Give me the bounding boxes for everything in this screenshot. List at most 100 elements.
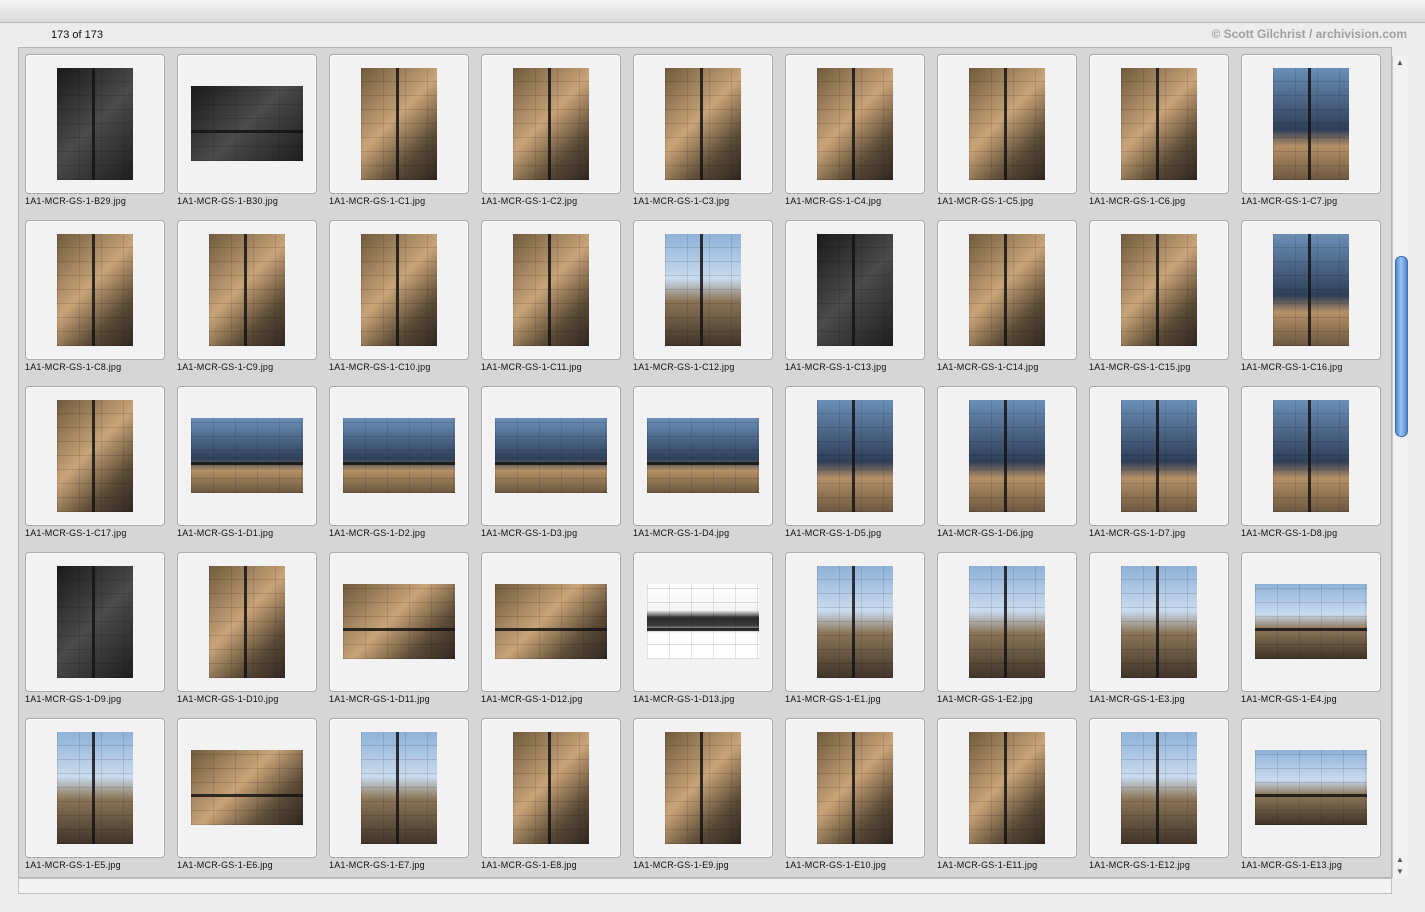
thumbnail-image[interactable] — [513, 68, 589, 180]
thumbnail-frame[interactable] — [177, 54, 317, 194]
thumbnail-image[interactable] — [209, 566, 285, 678]
thumbnail-image[interactable] — [361, 732, 437, 844]
thumbnail-image[interactable] — [361, 234, 437, 346]
thumbnail-frame[interactable] — [25, 386, 165, 526]
thumbnail-item[interactable]: 1A1-MCR-GS-1-D4.jpg — [633, 386, 773, 552]
thumbnail-image[interactable] — [57, 68, 133, 180]
thumbnail-item[interactable]: 1A1-MCR-GS-1-C9.jpg — [177, 220, 317, 386]
thumbnail-item[interactable]: 1A1-MCR-GS-1-C10.jpg — [329, 220, 469, 386]
thumbnail-frame[interactable] — [329, 718, 469, 858]
thumbnail-frame[interactable] — [329, 220, 469, 360]
thumbnail-image[interactable] — [343, 584, 455, 659]
thumbnail-frame[interactable] — [785, 386, 925, 526]
thumbnail-image[interactable] — [1273, 400, 1349, 512]
thumbnail-frame[interactable] — [1089, 718, 1229, 858]
thumbnail-frame[interactable] — [481, 718, 621, 858]
thumbnail-frame[interactable] — [1241, 552, 1381, 692]
thumbnail-frame[interactable] — [785, 220, 925, 360]
thumbnail-image[interactable] — [191, 750, 303, 825]
thumbnail-item[interactable]: 1A1-MCR-GS-1-C5.jpg — [937, 54, 1077, 220]
thumbnail-frame[interactable] — [1241, 386, 1381, 526]
thumbnail-frame[interactable] — [937, 386, 1077, 526]
thumbnail-frame[interactable] — [633, 220, 773, 360]
thumbnail-image[interactable] — [969, 68, 1045, 180]
thumbnail-image[interactable] — [513, 732, 589, 844]
thumbnail-item[interactable]: 1A1-MCR-GS-1-C7.jpg — [1241, 54, 1381, 220]
thumbnail-image[interactable] — [1121, 566, 1197, 678]
thumbnail-item[interactable]: 1A1-MCR-GS-1-D9.jpg — [25, 552, 165, 718]
thumbnail-image[interactable] — [1121, 732, 1197, 844]
thumbnail-image[interactable] — [665, 732, 741, 844]
thumbnail-item[interactable]: 1A1-MCR-GS-1-E7.jpg — [329, 718, 469, 877]
thumbnail-image[interactable] — [817, 732, 893, 844]
thumbnail-item[interactable]: 1A1-MCR-GS-1-C3.jpg — [633, 54, 773, 220]
thumbnail-item[interactable]: 1A1-MCR-GS-1-C14.jpg — [937, 220, 1077, 386]
thumbnail-item[interactable]: 1A1-MCR-GS-1-C17.jpg — [25, 386, 165, 552]
thumbnail-image[interactable] — [969, 732, 1045, 844]
thumbnail-image[interactable] — [361, 68, 437, 180]
thumbnail-image[interactable] — [665, 68, 741, 180]
thumbnail-image[interactable] — [57, 400, 133, 512]
thumbnail-frame[interactable] — [329, 386, 469, 526]
thumbnail-item[interactable]: 1A1-MCR-GS-1-D12.jpg — [481, 552, 621, 718]
thumbnail-item[interactable]: 1A1-MCR-GS-1-D6.jpg — [937, 386, 1077, 552]
thumbnail-frame[interactable] — [633, 386, 773, 526]
thumbnail-frame[interactable] — [633, 552, 773, 692]
thumbnail-item[interactable]: 1A1-MCR-GS-1-C12.jpg — [633, 220, 773, 386]
thumbnail-image[interactable] — [817, 234, 893, 346]
thumbnail-item[interactable]: 1A1-MCR-GS-1-E2.jpg — [937, 552, 1077, 718]
vertical-scrollbar[interactable]: ▲ ▲ ▼ — [1392, 56, 1408, 878]
scroll-down-arrow-icon[interactable]: ▼ — [1396, 867, 1404, 876]
thumbnail-frame[interactable] — [633, 54, 773, 194]
thumbnail-frame[interactable] — [1089, 220, 1229, 360]
thumbnail-image[interactable] — [495, 418, 607, 493]
thumbnail-frame[interactable] — [785, 718, 925, 858]
thumbnail-image[interactable] — [209, 234, 285, 346]
thumbnail-item[interactable]: 1A1-MCR-GS-1-C4.jpg — [785, 54, 925, 220]
thumbnail-frame[interactable] — [177, 718, 317, 858]
thumbnail-image[interactable] — [57, 234, 133, 346]
thumbnail-image[interactable] — [191, 418, 303, 493]
thumbnail-frame[interactable] — [1241, 220, 1381, 360]
thumbnail-item[interactable]: 1A1-MCR-GS-1-C13.jpg — [785, 220, 925, 386]
thumbnail-item[interactable]: 1A1-MCR-GS-1-C1.jpg — [329, 54, 469, 220]
thumbnail-item[interactable]: 1A1-MCR-GS-1-E6.jpg — [177, 718, 317, 877]
scroll-up-arrow-icon[interactable]: ▲ — [1396, 855, 1404, 864]
thumbnail-item[interactable]: 1A1-MCR-GS-1-B30.jpg — [177, 54, 317, 220]
thumbnail-frame[interactable] — [25, 54, 165, 194]
thumbnail-frame[interactable] — [937, 220, 1077, 360]
thumbnail-frame[interactable] — [1089, 54, 1229, 194]
thumbnail-item[interactable]: 1A1-MCR-GS-1-C8.jpg — [25, 220, 165, 386]
thumbnail-frame[interactable] — [1089, 552, 1229, 692]
thumbnail-image[interactable] — [513, 234, 589, 346]
thumbnail-frame[interactable] — [1089, 386, 1229, 526]
thumbnail-frame[interactable] — [481, 54, 621, 194]
thumbnail-item[interactable]: 1A1-MCR-GS-1-D5.jpg — [785, 386, 925, 552]
thumbnail-image[interactable] — [1121, 400, 1197, 512]
thumbnail-frame[interactable] — [785, 552, 925, 692]
thumbnail-image[interactable] — [1273, 68, 1349, 180]
thumbnail-item[interactable]: 1A1-MCR-GS-1-E1.jpg — [785, 552, 925, 718]
thumbnail-image[interactable] — [1255, 584, 1367, 659]
thumbnail-frame[interactable] — [177, 386, 317, 526]
thumbnail-item[interactable]: 1A1-MCR-GS-1-C11.jpg — [481, 220, 621, 386]
thumbnail-frame[interactable] — [481, 220, 621, 360]
thumbnail-image[interactable] — [1273, 234, 1349, 346]
thumbnail-frame[interactable] — [481, 386, 621, 526]
scrollbar-thumb[interactable] — [1395, 256, 1408, 437]
thumbnail-frame[interactable] — [329, 54, 469, 194]
thumbnail-item[interactable]: 1A1-MCR-GS-1-E4.jpg — [1241, 552, 1381, 718]
thumbnail-image[interactable] — [647, 418, 759, 493]
thumbnail-frame[interactable] — [1241, 718, 1381, 858]
thumbnail-image[interactable] — [343, 418, 455, 493]
thumbnail-item[interactable]: 1A1-MCR-GS-1-E9.jpg — [633, 718, 773, 877]
thumbnail-frame[interactable] — [785, 54, 925, 194]
thumbnail-frame[interactable] — [177, 220, 317, 360]
thumbnail-item[interactable]: 1A1-MCR-GS-1-E3.jpg — [1089, 552, 1229, 718]
thumbnail-frame[interactable] — [1241, 54, 1381, 194]
thumbnail-item[interactable]: 1A1-MCR-GS-1-E10.jpg — [785, 718, 925, 877]
thumbnail-image[interactable] — [647, 584, 759, 659]
thumbnail-image[interactable] — [1121, 68, 1197, 180]
thumbnail-item[interactable]: 1A1-MCR-GS-1-E13.jpg — [1241, 718, 1381, 877]
thumbnail-frame[interactable] — [481, 552, 621, 692]
